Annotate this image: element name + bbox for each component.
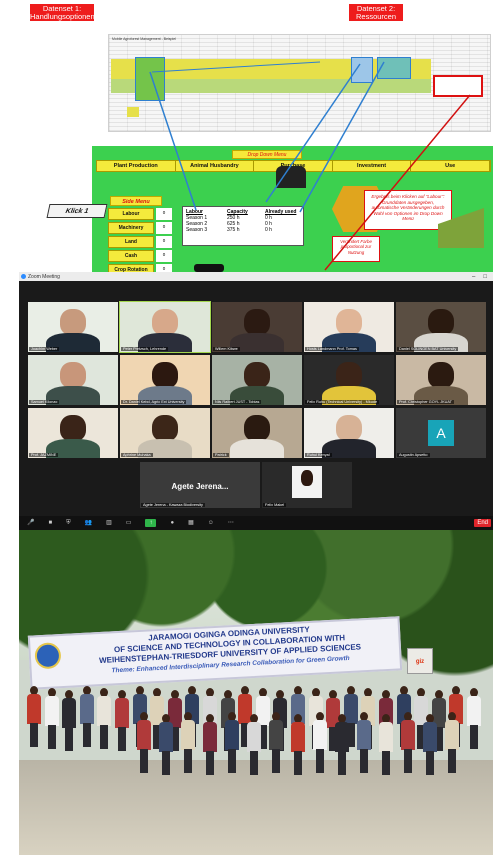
arrow-result (324, 94, 471, 271)
polls-icon[interactable]: ▥ (106, 516, 112, 530)
security-icon[interactable]: ⛨ (66, 516, 71, 530)
avatar: A (428, 420, 454, 446)
participant-tile[interactable]: Felix Makel (262, 462, 352, 508)
arrow-resource-1 (265, 63, 361, 203)
reactions-icon[interactable]: ☺ (208, 516, 214, 530)
share-screen-icon[interactable]: ↑ (145, 519, 157, 527)
participant-tile[interactable]: Hosts Landmann Prof. Tomas (304, 302, 394, 352)
participant-tile[interactable]: Prof. JAZMINE (28, 408, 118, 458)
participant-name: Prof. Christopher GOYL JKUAT (397, 400, 454, 404)
participant-tile[interactable]: Felix Ruhu (Technical University) - Mkud… (304, 355, 394, 405)
zoom-window-title: Zoom Meeting (28, 273, 60, 280)
zoom-titlebar: Zoom Meeting – □ (19, 272, 493, 281)
participant-tile[interactable]: Daniel SOLINGEN BAT University (396, 302, 486, 352)
zoom-logo-icon (21, 274, 26, 279)
participant-tile[interactable]: Aphrine Muhaka (120, 408, 210, 458)
participant-name: Hosts Landmann Prof. Tomas (305, 347, 359, 351)
window-controls: – □ (472, 274, 493, 280)
maximize-icon[interactable]: □ (483, 274, 487, 280)
participant-tile[interactable]: A Augustin Apsetto (396, 408, 486, 458)
arrow-resource-2 (299, 61, 385, 213)
participant-name: Ruhul Kenyal (305, 453, 332, 457)
record-icon[interactable]: ● (170, 516, 174, 530)
arrow-options (149, 71, 197, 211)
mute-icon[interactable]: 🎤 (27, 516, 34, 530)
minimize-icon[interactable]: – (472, 274, 475, 280)
breakout-rooms-icon[interactable]: ▦ (188, 516, 194, 530)
participant-name: Felix Ruhu (Technical University) - Mkud… (305, 400, 380, 404)
dataset-diagram-panel: Datenset 1: Handlungsoptionen Datenset 2… (0, 0, 493, 272)
participant-name: Felix Makel (263, 503, 287, 507)
participant-name: Dr. Daniel Kebd, Agric Ext University (121, 400, 187, 404)
participant-name: Aphrine Muhaka (121, 453, 153, 457)
bottom-participant-row: Agete Jerena... Agete Jerena - Kawaza Bi… (140, 462, 352, 508)
group-photo-panel: JARAMOGI OGINGA ODINGA UNIVERSITY OF SCI… (19, 530, 493, 855)
chat-icon[interactable]: ▭ (126, 516, 132, 530)
university-seal-icon (34, 642, 62, 670)
participant-name: Daniel SOLINGEN BAT University (397, 347, 459, 351)
participant-tile[interactable]: Nils Raibert JUST - Tobias (212, 355, 302, 405)
participant-tile[interactable]: Dr. Daniel Kebd, Agric Ext University (120, 355, 210, 405)
participant-tile[interactable]: Patrick (212, 408, 302, 458)
participants-icon[interactable]: 👥 (85, 516, 92, 530)
participant-tile[interactable]: Willem Kibwe (212, 302, 302, 352)
participant-name: Patrick (213, 453, 229, 457)
participant-name: Prof. JAZMINE (29, 453, 59, 457)
participant-name: Samuel Kilonzo (29, 400, 60, 404)
participant-tile[interactable]: Peter Pretzsch, Lehrende (119, 301, 211, 353)
participant-name: Willem Kibwe (213, 347, 240, 351)
end-button[interactable]: End (474, 519, 491, 527)
arrow-cross (151, 61, 321, 73)
participant-tile[interactable]: Joachim Weber (28, 302, 118, 352)
participant-name: Joachim Weber (29, 347, 60, 351)
zoom-meeting-panel: Zoom Meeting – □ Joachim Weber Peter Pre… (19, 272, 493, 530)
participant-name: Augustin Apsetto (397, 453, 430, 457)
participant-name: Peter Pretzsch, Lehrende (121, 347, 169, 351)
group-of-people (27, 678, 487, 798)
participant-tile[interactable]: Agete Jerena... Agete Jerena - Kawaza Bi… (140, 462, 260, 508)
zoom-toolbar: 🎤 ■ ⛨ 👥 ▥ ▭ ↑ ● ▦ ☺ ⋯ End (19, 516, 493, 530)
participant-big-name: Agete Jerena... (171, 482, 229, 491)
partner-logo-text: giz (415, 659, 425, 665)
participant-name: Agete Jerena - Kawaza Biodiversity (141, 503, 205, 507)
video-icon[interactable]: ■ (48, 516, 52, 530)
participant-name: Nils Raibert JUST - Tobias (213, 400, 262, 404)
participant-tile[interactable]: Prof. Christopher GOYL JKUAT (396, 355, 486, 405)
more-icon[interactable]: ⋯ (228, 516, 234, 530)
connector-arrows (149, 61, 471, 271)
participant-tile[interactable]: Ruhul Kenyal (304, 408, 394, 458)
partner-logo: giz (407, 648, 433, 674)
participant-gallery: Joachim Weber Peter Pretzsch, Lehrende W… (28, 301, 490, 458)
participant-tile[interactable]: Samuel Kilonzo (28, 355, 118, 405)
